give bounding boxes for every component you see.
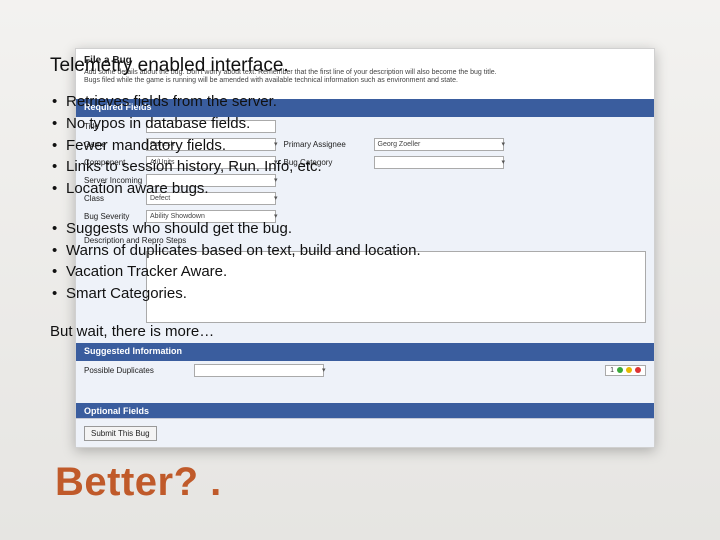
bullet-item: No typos in database fields. [50, 113, 680, 135]
bullet-group-2: Suggests who should get the bug. Warns o… [50, 218, 680, 305]
section-suggested-header: Suggested Information [76, 343, 654, 361]
submit-button[interactable]: Submit This Bug [84, 426, 157, 441]
bullet-item: Links to session history, Run. Info, etc… [50, 156, 680, 178]
badge-count: 1 [610, 367, 614, 374]
bullet-item: Fewer mandatory fields. [50, 135, 680, 157]
slide: File a Bug Add some details about the bu… [0, 0, 720, 540]
bullet-item: Vacation Tracker Aware. [50, 261, 680, 283]
bullet-item: Smart Categories. [50, 283, 680, 305]
slide-content: Telemetry enabled interface. Retrieves f… [50, 55, 680, 340]
bullet-item: Retrieves fields from the server. [50, 91, 680, 113]
status-dot-yellow-icon [626, 367, 632, 373]
status-badge: 1 [605, 365, 646, 376]
label-suggested: Possible Duplicates [84, 366, 194, 375]
chevron-down-icon: ▾ [322, 366, 326, 374]
submit-area: Submit This Bug [76, 418, 654, 447]
row-suggested: Possible Duplicates ▾ 1 [76, 361, 654, 379]
select-duplicates[interactable] [194, 364, 324, 377]
bullet-item: Location aware bugs. [50, 178, 680, 200]
status-dot-green-icon [617, 367, 623, 373]
section-suggested-body: Possible Duplicates ▾ 1 [76, 361, 654, 403]
bullet-group-1: Retrieves fields from the server. No typ… [50, 91, 680, 200]
bullet-item: Suggests who should get the bug. [50, 218, 680, 240]
big-callout: Better? . [55, 460, 222, 505]
more-text: But wait, there is more… [50, 323, 680, 340]
bullet-item: Warns of duplicates based on text, build… [50, 240, 680, 262]
slide-title: Telemetry enabled interface. [50, 55, 680, 77]
status-dot-red-icon [635, 367, 641, 373]
